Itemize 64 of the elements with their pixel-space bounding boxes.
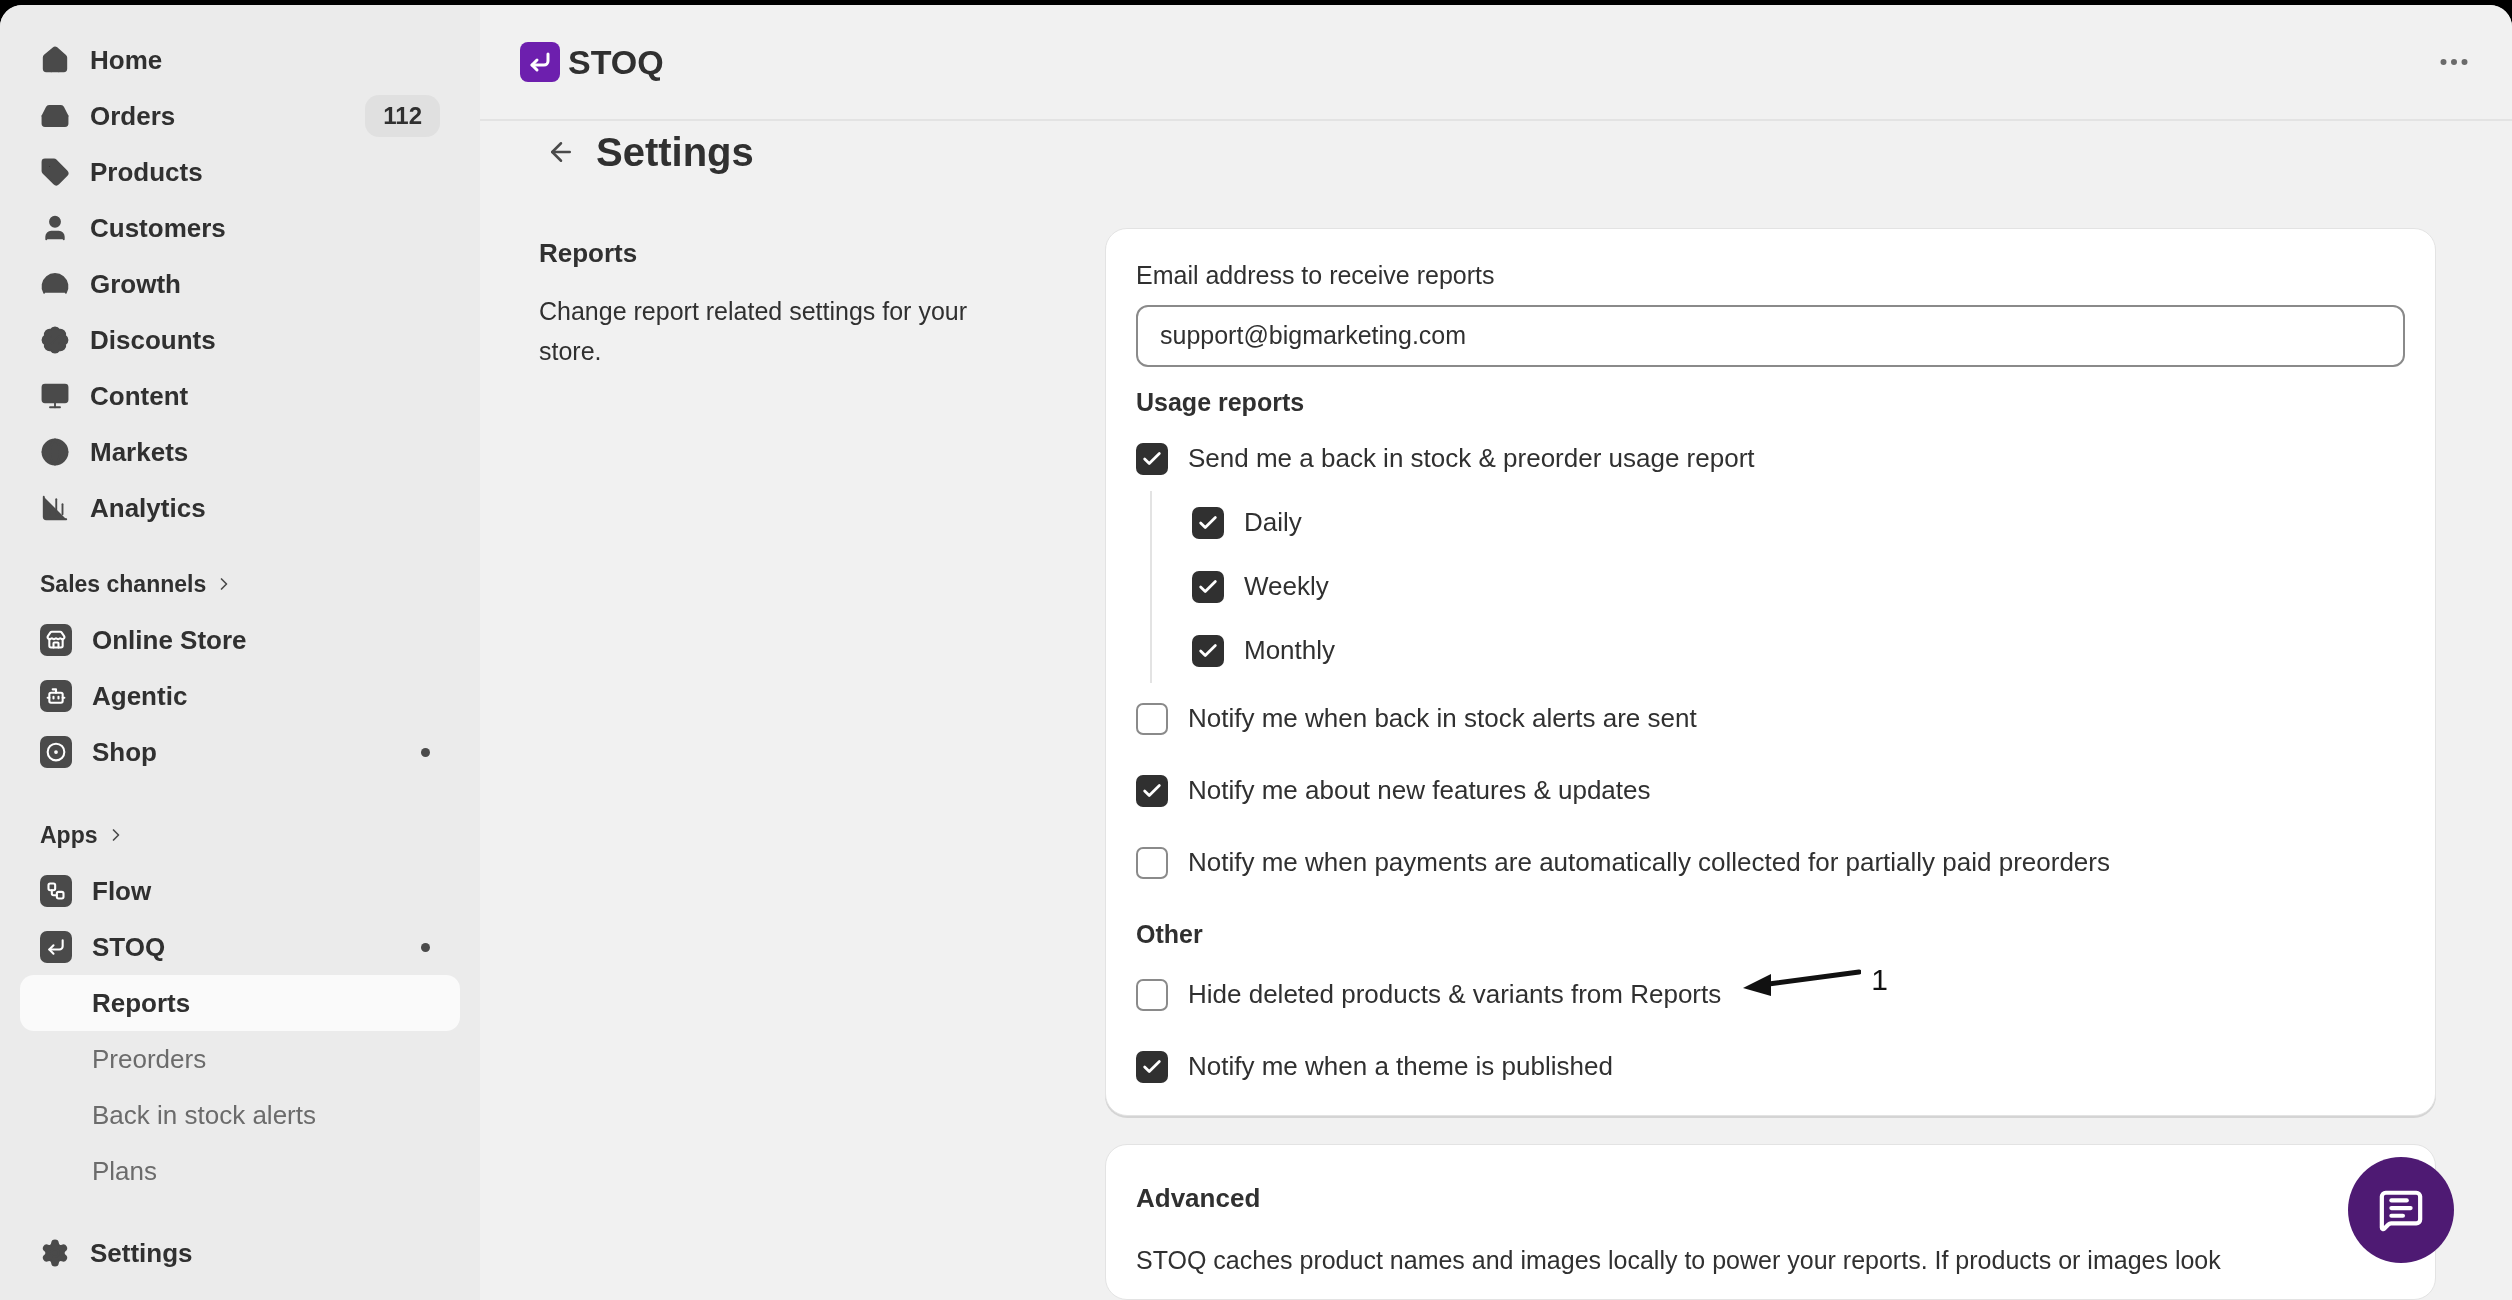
checkbox[interactable] <box>1136 774 1168 807</box>
nav-icon <box>40 45 70 75</box>
email-field[interactable]: support@bigmarketing.com <box>1136 304 2405 367</box>
section-heading[interactable]: Sales channels <box>40 566 207 602</box>
subnav-link[interactable]: Preorders <box>20 1031 460 1087</box>
checkbox[interactable] <box>1192 634 1224 667</box>
nav-link[interactable]: Content <box>90 376 189 416</box>
nav-link[interactable]: Online Store <box>92 620 247 660</box>
checkbox[interactable] <box>1136 442 1168 475</box>
nav-icon <box>40 381 70 411</box>
group-heading: Usage reports <box>1136 386 1306 418</box>
section-title: Reports <box>539 237 639 270</box>
checkbox-label: Notify me when payments are automatically collected for partially paid preorders <box>1188 846 2110 879</box>
checkbox[interactable] <box>1136 1050 1168 1083</box>
checkbox-label: Notify me about new features & updates <box>1188 774 1651 807</box>
nav-link[interactable]: Flow <box>92 871 152 911</box>
subnav-link[interactable]: Back in stock alerts <box>20 1087 460 1143</box>
card-title: Advanced <box>1136 1181 1261 1215</box>
checkbox-label: Daily <box>1244 506 1302 539</box>
page-title: Settings <box>596 129 754 176</box>
nav-link[interactable]: Settings <box>90 1233 193 1273</box>
checkbox-label: Notify me when a theme is published <box>1188 1050 1613 1083</box>
checkbox-label: Notify me when back in stock alerts are sent <box>1188 702 1697 735</box>
annotation-number: 1 <box>1871 962 1888 998</box>
count-badge: 112 <box>365 95 440 137</box>
checkbox-label: Send me a back in stock & preorder usage report <box>1188 442 1755 475</box>
app-name: STOQ <box>568 41 664 83</box>
checkbox[interactable] <box>1192 506 1224 539</box>
nav-link[interactable]: Home <box>90 40 163 80</box>
nav-icon <box>40 325 70 355</box>
section-description: Change report related settings for your store. <box>539 296 968 367</box>
checkbox-label: Weekly <box>1244 570 1329 603</box>
nav-icon <box>40 157 70 187</box>
subnav-link[interactable]: Plans <box>20 1143 460 1199</box>
app-icon <box>40 680 72 712</box>
nav-icon <box>40 493 70 523</box>
nav-link[interactable]: Shop <box>92 732 157 772</box>
checkbox[interactable] <box>1136 846 1168 879</box>
nav-link[interactable]: Growth <box>90 264 181 304</box>
nav-link[interactable]: STOQ <box>92 927 166 967</box>
app-icon <box>40 875 72 907</box>
section-heading[interactable]: Apps <box>40 817 98 853</box>
nav-link[interactable]: Customers <box>90 208 226 248</box>
nav-link[interactable]: Analytics <box>90 488 206 528</box>
checkbox-label: Hide deleted products & variants from Reports <box>1188 978 1722 1011</box>
nav-link[interactable]: Markets <box>90 432 189 472</box>
field-label: Email address to receive reports <box>1136 260 1496 291</box>
nav-icon <box>40 1238 70 1268</box>
app-logo-icon <box>520 42 560 82</box>
subnav-link[interactable]: Reports <box>20 975 460 1031</box>
app-icon <box>40 624 72 656</box>
nav-icon <box>40 437 70 467</box>
card-text: STOQ caches product names and images locally to power your reports. If products or images look <box>1136 1244 2222 1276</box>
nav-link[interactable]: Orders <box>90 96 176 136</box>
checkbox[interactable] <box>1136 978 1168 1011</box>
checkbox[interactable] <box>1192 570 1224 603</box>
app-icon <box>40 736 72 768</box>
checkbox[interactable] <box>1136 702 1168 735</box>
nav-link[interactable]: Agentic <box>92 676 188 716</box>
checkbox-label: Monthly <box>1244 634 1336 667</box>
nav-link[interactable]: Products <box>90 152 203 192</box>
group-heading: Other <box>1136 918 1204 950</box>
nav-link[interactable]: Discounts <box>90 320 216 360</box>
app-icon <box>40 931 72 963</box>
